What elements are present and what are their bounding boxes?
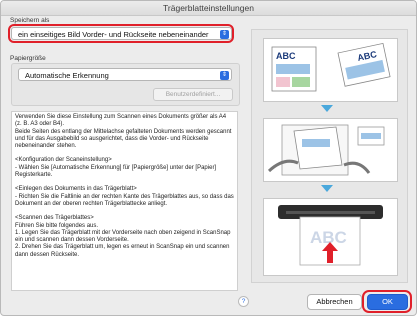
illustration-step-2 xyxy=(263,118,398,182)
ok-highlight xyxy=(362,290,412,313)
custom-size-button[interactable]: Benutzerdefiniert... xyxy=(153,88,233,101)
save-as-label: Speichern als xyxy=(10,17,50,24)
doc-text-front: ABC xyxy=(276,51,296,61)
description-paragraph-4: <Scannen des Trägerblattes> Führen Sie b… xyxy=(15,215,231,258)
cancel-button[interactable]: Abbrechen xyxy=(307,294,362,310)
description-paragraph-2: <Konfiguration der Scaneinstellung> - Wä… xyxy=(15,157,217,179)
description-paragraph-3: <Einlegen des Dokuments in das Trägerbla… xyxy=(15,186,234,207)
description-box: Verwenden Sie diese Einstellung zum Scan… xyxy=(11,111,238,291)
illustration-pane: ABC ABC ABC xyxy=(251,29,408,283)
chevron-updown-icon: ⇕ xyxy=(220,71,229,80)
paper-size-select[interactable]: Automatische Erkennung ⇕ xyxy=(18,68,232,81)
settings-dialog: Trägerblatteinstellungen Speichern als e… xyxy=(0,0,417,316)
settings-pane: Speichern als ein einseitiges Bild Vorde… xyxy=(6,17,243,293)
help-button[interactable]: ? xyxy=(238,296,249,307)
paper-size-group: Automatische Erkennung ⇕ Benutzerdefinie… xyxy=(11,63,240,106)
paper-size-value: Automatische Erkennung xyxy=(25,71,109,80)
illustration-step-1: ABC ABC xyxy=(263,38,398,102)
paper-size-label: Papiergröße xyxy=(10,55,46,62)
save-as-highlight xyxy=(8,24,234,43)
down-arrow-icon xyxy=(321,105,333,112)
insert-in-carrier-illustration xyxy=(267,124,385,176)
down-arrow-icon xyxy=(321,185,333,192)
folded-document-illustration: ABC ABC xyxy=(271,42,391,92)
window-title: Trägerblatteinstellungen xyxy=(1,1,416,16)
scanner-illustration: ABC xyxy=(278,205,383,266)
description-paragraph-1: Verwenden Sie diese Einstellung zum Scan… xyxy=(15,114,232,150)
illustration-step-3: ABC xyxy=(263,198,398,276)
